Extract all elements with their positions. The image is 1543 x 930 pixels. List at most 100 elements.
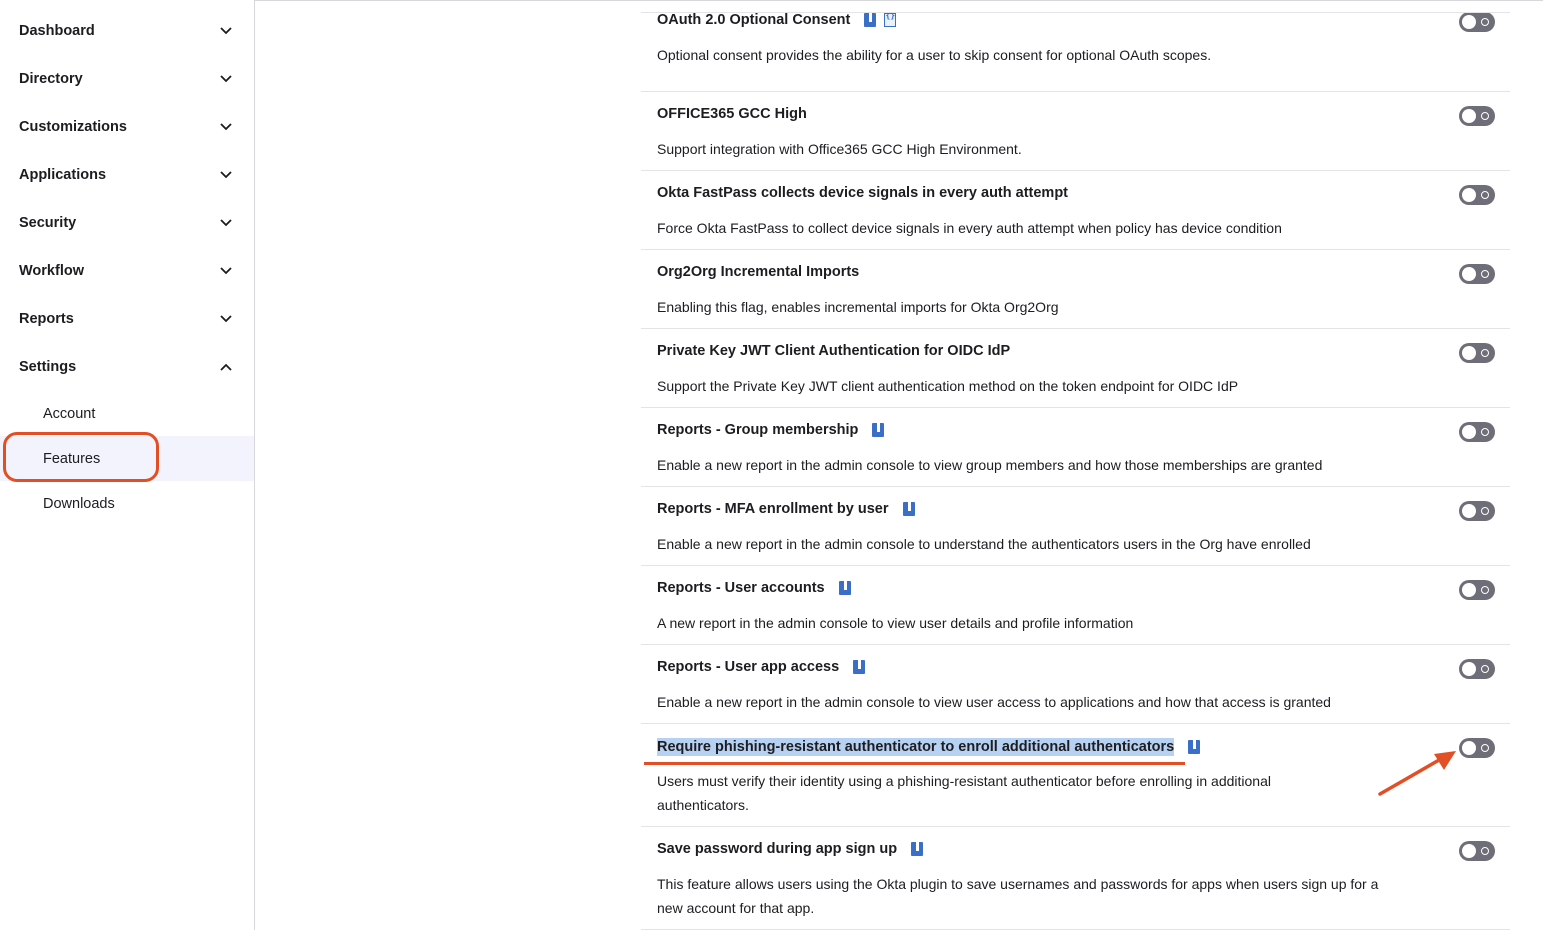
toggle-off-indicator [1481, 507, 1489, 515]
feature-title-text: Reports - User accounts [657, 580, 825, 596]
feature-title-text: Okta FastPass collects device signals in… [657, 185, 1069, 201]
nav-label: Workflow [19, 263, 84, 279]
feature-row: Private Key JWT Client Authentication fo… [641, 329, 1510, 408]
chevron-up-icon [220, 361, 232, 373]
toggle-off-indicator [1481, 191, 1489, 199]
feature-description: Optional consent provides the ability fo… [657, 47, 1212, 63]
nav-directory[interactable]: Directory [0, 55, 254, 103]
annotation-circle [3, 432, 159, 482]
annotation-arrow-icon [1378, 751, 1456, 796]
toggle-off-indicator [1481, 270, 1489, 278]
feature-description: Support integration with Office365 GCC H… [657, 141, 1022, 157]
doc-icon[interactable] [853, 660, 866, 674]
chevron-down-icon [220, 121, 232, 133]
toggle-knob [1462, 15, 1476, 29]
feature-description: A new report in the admin console to vie… [657, 615, 1134, 631]
feature-title: Reports - MFA enrollment by user [657, 501, 915, 517]
doc-icon[interactable] [1188, 740, 1201, 754]
annotation-underline [644, 762, 1185, 765]
feature-description: Enable a new report in the admin console… [657, 457, 1323, 473]
nav-settings[interactable]: Settings [0, 343, 254, 391]
toggle-knob [1462, 741, 1476, 755]
toggle-off-indicator [1481, 112, 1489, 120]
feature-description: Enabling this flag, enables incremental … [657, 299, 1059, 315]
toggle-knob [1462, 504, 1476, 518]
toggle-off-indicator [1481, 665, 1489, 673]
toggle-knob [1462, 583, 1476, 597]
doc-icon[interactable] [872, 423, 885, 437]
chevron-down-icon [220, 313, 232, 325]
feature-title: Reports - User accounts [657, 580, 851, 596]
feature-title-text: OFFICE365 GCC High [657, 106, 807, 122]
toggle-knob [1462, 188, 1476, 202]
toggle-off-indicator [1481, 18, 1489, 26]
feature-row: Reports - Group membership Enable a new … [641, 408, 1510, 487]
code-icon[interactable] [884, 11, 897, 27]
feature-description: Users must verify their identity using a… [657, 773, 1271, 813]
feature-toggle[interactable] [1459, 422, 1495, 442]
feature-title-text: Reports - User app access [657, 659, 840, 675]
doc-icon[interactable] [902, 502, 915, 516]
doc-icon[interactable] [864, 13, 877, 27]
feature-title-text: Reports - MFA enrollment by user [657, 501, 889, 517]
toggle-knob [1462, 844, 1476, 858]
feature-toggle[interactable] [1459, 501, 1495, 521]
feature-toggle[interactable] [1459, 106, 1495, 126]
feature-toggle[interactable] [1459, 264, 1495, 284]
feature-row: Reports - User accounts A new report in … [641, 566, 1510, 645]
nav-label: Reports [19, 311, 74, 327]
feature-title-text: Reports - Group membership [657, 422, 859, 438]
doc-icon[interactable] [838, 581, 851, 595]
feature-title-text: Private Key JWT Client Authentication fo… [657, 343, 1011, 359]
feature-toggle[interactable] [1459, 12, 1495, 32]
feature-title: Reports - User app access [657, 659, 866, 675]
doc-icon[interactable] [911, 842, 924, 856]
feature-title-text: OAuth 2.0 Optional Consent [657, 12, 851, 28]
feature-description: Enable a new report in the admin console… [657, 694, 1331, 710]
feature-row: Okta FastPass collects device signals in… [641, 171, 1510, 250]
toggle-knob [1462, 267, 1476, 281]
nav-settings-downloads[interactable]: Downloads [0, 481, 254, 526]
feature-title-text: Require phishing-resistant authenticator… [657, 738, 1175, 756]
toggle-knob [1462, 662, 1476, 676]
feature-toggle[interactable] [1459, 185, 1495, 205]
chevron-down-icon [220, 217, 232, 229]
feature-title: OAuth 2.0 Optional Consent [657, 11, 897, 28]
feature-title: OFFICE365 GCC High [657, 106, 807, 122]
toggle-off-indicator [1481, 586, 1489, 594]
nav-customizations[interactable]: Customizations [0, 103, 254, 151]
feature-row: Save password during app sign up This fe… [641, 827, 1510, 930]
nav-label: Directory [19, 71, 83, 87]
feature-row: Reports - User app access Enable a new r… [641, 645, 1510, 724]
toggle-off-indicator [1481, 349, 1489, 357]
toggle-off-indicator [1481, 847, 1489, 855]
feature-title-text: Save password during app sign up [657, 841, 898, 857]
nav-label: Security [19, 215, 77, 231]
feature-toggle[interactable] [1459, 841, 1495, 861]
toggle-knob [1462, 425, 1476, 439]
feature-description: Support the Private Key JWT client authe… [657, 378, 1239, 394]
chevron-down-icon [220, 169, 232, 181]
feature-row: OFFICE365 GCC High Support integration w… [641, 92, 1510, 171]
feature-toggle[interactable] [1459, 343, 1495, 363]
feature-row: Reports - MFA enrollment by user Enable … [641, 487, 1510, 566]
feature-toggle[interactable] [1459, 738, 1495, 758]
nav-reports[interactable]: Reports [0, 295, 254, 343]
feature-row: OAuth 2.0 Optional Consent Optional cons… [641, 0, 1510, 92]
chevron-down-icon [220, 73, 232, 85]
feature-title: Okta FastPass collects device signals in… [657, 185, 1068, 201]
feature-toggle[interactable] [1459, 580, 1495, 600]
nav-security[interactable]: Security [0, 199, 254, 247]
nav-label: Applications [19, 167, 107, 183]
nav-workflow[interactable]: Workflow [0, 247, 254, 295]
chevron-down-icon [220, 25, 232, 37]
toggle-off-indicator [1481, 428, 1489, 436]
feature-title: Require phishing-resistant authenticator… [657, 738, 1201, 756]
nav-dashboard[interactable]: Dashboard [0, 7, 254, 55]
feature-description: This feature allows users using the Okta… [657, 876, 1379, 916]
feature-toggle[interactable] [1459, 659, 1495, 679]
nav-applications[interactable]: Applications [0, 151, 254, 199]
nav-settings-account[interactable]: Account [0, 391, 254, 436]
feature-title: Private Key JWT Client Authentication fo… [657, 343, 1010, 359]
toggle-off-indicator [1481, 744, 1489, 752]
